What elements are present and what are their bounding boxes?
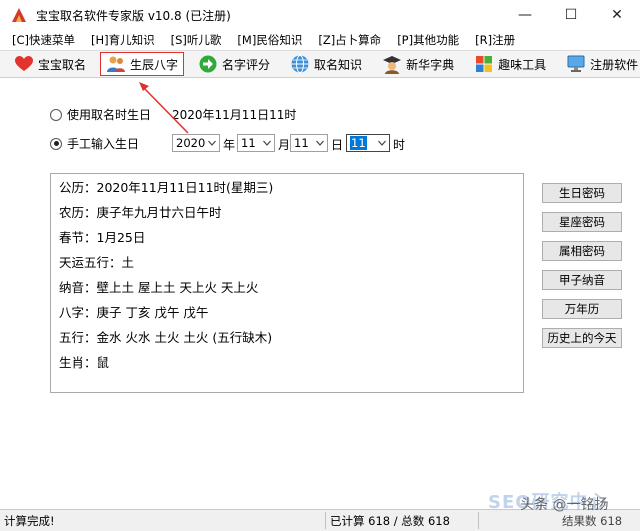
menu-divination[interactable]: [Z]占卜算命 bbox=[318, 32, 381, 48]
app-logo-icon bbox=[10, 6, 28, 24]
chevron-down-icon bbox=[263, 140, 271, 146]
toolbar-label: 名字评分 bbox=[222, 57, 271, 72]
info-line-zodiac: 生肖：鼠 bbox=[59, 355, 110, 370]
close-button[interactable]: ✕ bbox=[594, 0, 640, 30]
toolbar-label: 取名知识 bbox=[314, 57, 363, 72]
toolbar-register-button[interactable]: 注册软件 bbox=[560, 52, 640, 76]
main-panel: 使用取名时生日 2020年11月11日11时 手工输入生日 2020 年 11 … bbox=[0, 79, 640, 509]
radio-manual-birthday[interactable]: 手工输入生日 bbox=[50, 135, 139, 152]
info-line-lunar: 农历：庚子年九月廿六日午时 bbox=[59, 205, 222, 220]
history-today-button[interactable]: 历史上的今天 bbox=[542, 328, 622, 348]
year-unit: 年 bbox=[223, 138, 236, 152]
info-line-solar: 公历：2020年11月11日11时(星期三) bbox=[59, 180, 274, 195]
birthday-code-button[interactable]: 生日密码 bbox=[542, 183, 622, 203]
constellation-code-button[interactable]: 星座密码 bbox=[542, 212, 622, 232]
radio-circle-checked[interactable] bbox=[50, 137, 62, 150]
toolbar-name-score-button[interactable]: 名字评分 bbox=[192, 52, 276, 76]
heart-icon bbox=[14, 54, 34, 74]
watermark-author: 头条 @一铭扬 bbox=[520, 497, 609, 513]
toolbar-label: 宝宝取名 bbox=[38, 57, 87, 72]
bazi-result-box: 公历：2020年11月11日11时(星期三) 农历：庚子年九月廿六日午时 春节：… bbox=[50, 173, 524, 393]
toolbar-label: 注册软件 bbox=[590, 57, 639, 72]
status-count: 已计算 618 / 总数 618 bbox=[330, 514, 450, 528]
arrow-right-icon bbox=[198, 54, 218, 74]
radio-label: 手工输入生日 bbox=[67, 137, 140, 151]
graduate-icon bbox=[382, 54, 402, 74]
status-text: 计算完成! bbox=[4, 514, 55, 528]
radio-label: 使用取名时生日 bbox=[67, 108, 152, 122]
maximize-button[interactable]: ☐ bbox=[548, 0, 594, 30]
toolbar-label: 趣味工具 bbox=[498, 57, 547, 72]
toolbar-bazi-button[interactable]: 生辰八字 bbox=[100, 52, 185, 76]
jiazi-nayin-button[interactable]: 甲子纳音 bbox=[542, 270, 622, 290]
info-line-five-elements: 五行：金水 火水 土火 土火 (五行缺木) bbox=[59, 330, 273, 345]
menu-songs[interactable]: [S]听儿歌 bbox=[171, 32, 222, 48]
people-icon bbox=[106, 54, 126, 74]
minimize-button[interactable]: — bbox=[502, 0, 548, 30]
year-select[interactable]: 2020 bbox=[172, 134, 220, 152]
day-select[interactable]: 11 bbox=[290, 134, 328, 152]
info-line-spring-festival: 春节：1月25日 bbox=[59, 230, 146, 245]
info-line-heaven-element: 天运五行：土 bbox=[59, 255, 135, 270]
hour-unit: 时 bbox=[393, 138, 406, 152]
chevron-down-icon bbox=[378, 140, 386, 146]
windows-icon bbox=[474, 54, 494, 74]
globe-icon bbox=[290, 54, 310, 74]
title-bar: 宝宝取名软件专家版 v10.8 (已注册) — ☐ ✕ bbox=[0, 0, 640, 30]
monitor-icon bbox=[566, 54, 586, 74]
status-results: 结果数 618 bbox=[562, 514, 623, 528]
status-divider bbox=[478, 512, 479, 529]
chevron-down-icon bbox=[208, 140, 216, 146]
window-title: 宝宝取名软件专家版 v10.8 (已注册) bbox=[36, 8, 231, 23]
toolbar-label: 生辰八字 bbox=[130, 57, 179, 72]
month-select[interactable]: 11 bbox=[237, 134, 275, 152]
menu-bar: [C]快速菜单 [H]育儿知识 [S]听儿歌 [M]民俗知识 [Z]占卜算命 [… bbox=[0, 30, 640, 50]
toolbar-label: 新华字典 bbox=[406, 57, 455, 72]
menu-quick[interactable]: [C]快速菜单 bbox=[12, 32, 75, 48]
toolbar-naming-knowledge-button[interactable]: 取名知识 bbox=[284, 52, 368, 76]
menu-parenting[interactable]: [H]育儿知识 bbox=[91, 32, 155, 48]
month-unit: 月 bbox=[278, 138, 291, 152]
status-divider bbox=[325, 512, 326, 529]
hour-select[interactable]: 11 bbox=[346, 134, 390, 152]
radio-circle[interactable] bbox=[50, 108, 62, 121]
menu-register[interactable]: [R]注册 bbox=[475, 32, 515, 48]
chevron-down-icon bbox=[316, 140, 324, 146]
zodiac-code-button[interactable]: 属相密码 bbox=[542, 241, 622, 261]
naming-time-value: 2020年11月11日11时 bbox=[172, 108, 297, 122]
menu-other[interactable]: [P]其他功能 bbox=[397, 32, 459, 48]
info-line-nayin: 纳音：壁上土 屋上土 天上火 天上火 bbox=[59, 280, 259, 295]
toolbar-baby-naming-button[interactable]: 宝宝取名 bbox=[8, 52, 92, 76]
toolbar: 宝宝取名 生辰八字 名字评分 取名知识 新华字典 趣味工具 注册软件 bbox=[0, 50, 640, 78]
toolbar-fun-tools-button[interactable]: 趣味工具 bbox=[468, 52, 552, 76]
menu-folk[interactable]: [M]民俗知识 bbox=[237, 32, 302, 48]
perpetual-calendar-button[interactable]: 万年历 bbox=[542, 299, 622, 319]
info-line-bazi: 八字：庚子 丁亥 戊午 戊午 bbox=[59, 305, 209, 320]
day-unit: 日 bbox=[331, 138, 344, 152]
toolbar-dictionary-button[interactable]: 新华字典 bbox=[376, 52, 460, 76]
radio-use-naming-time[interactable]: 使用取名时生日 bbox=[50, 106, 151, 123]
